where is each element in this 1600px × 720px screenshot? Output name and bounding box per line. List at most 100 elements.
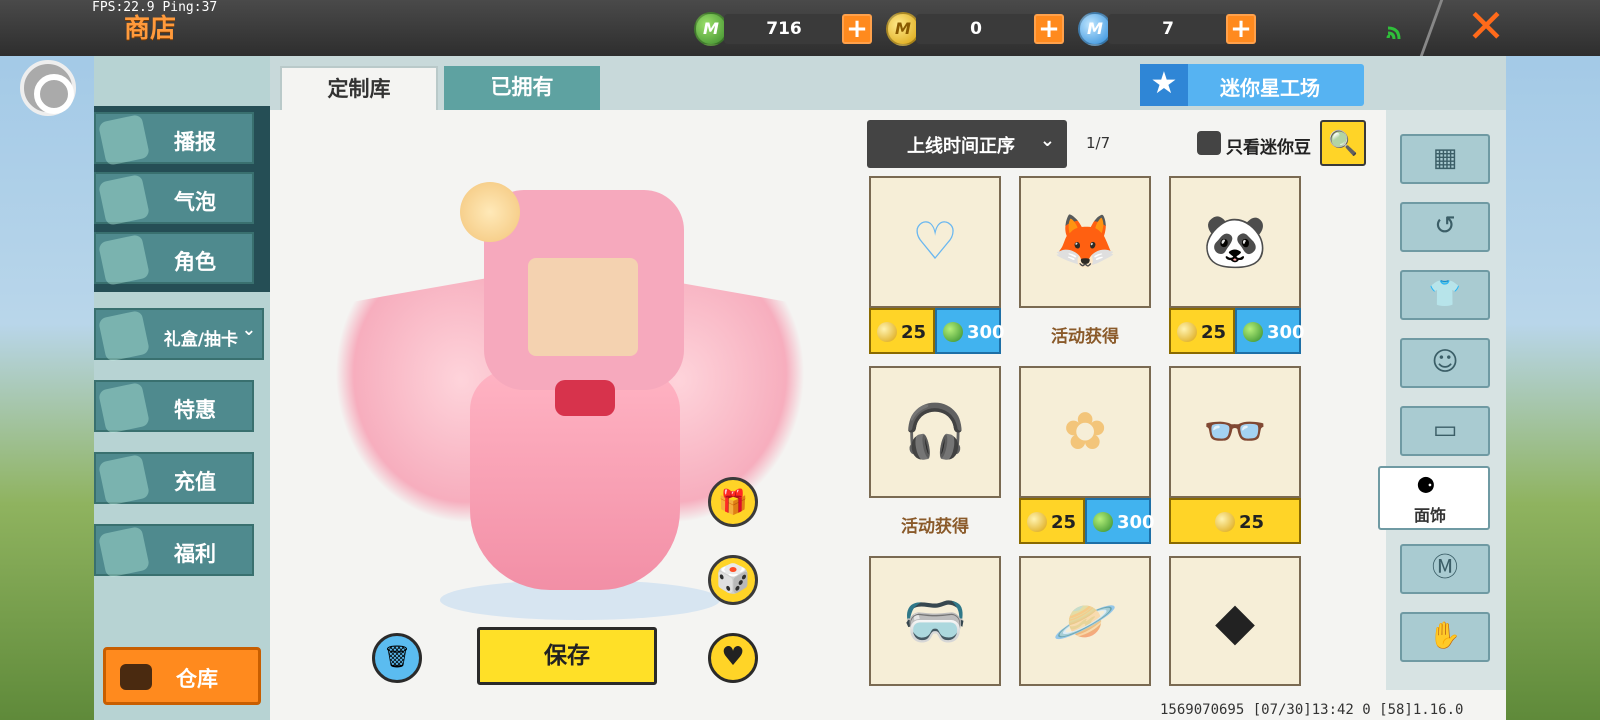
- mini-star-workshop-button[interactable]: ★ 迷你星工场: [1140, 64, 1364, 106]
- price-value: 25: [901, 322, 927, 343]
- category-all[interactable]: ▦: [1400, 134, 1490, 184]
- sidebar-item-recharge[interactable]: 充值: [94, 452, 254, 507]
- green-coin-icon: [943, 322, 963, 342]
- headset-icon: 🎧: [902, 402, 968, 462]
- add-mini-coin-button[interactable]: +: [1034, 14, 1064, 44]
- chest-icon: [120, 664, 152, 690]
- trash-button[interactable]: 🗑: [372, 633, 422, 683]
- price-blue[interactable]: 300: [1235, 308, 1305, 354]
- character-face: [528, 258, 638, 356]
- planet-icon: 🪐: [1052, 592, 1118, 652]
- price-gold[interactable]: 25: [1169, 498, 1301, 544]
- workshop-label: 迷你星工场: [1220, 76, 1320, 100]
- glasses-icon: 👓: [1202, 402, 1268, 462]
- category-outfit[interactable]: 👕: [1400, 270, 1490, 320]
- price-value: 25: [1201, 322, 1227, 343]
- sidebar-item-welfare[interactable]: 福利: [94, 524, 254, 579]
- item-heart-eye-mask[interactable]: ♡: [869, 176, 1001, 308]
- character-icon: [97, 233, 151, 287]
- item-headset[interactable]: 🎧: [869, 366, 1001, 498]
- sidebar-item-label: 福利: [174, 542, 216, 566]
- price-value: 25: [1051, 512, 1077, 533]
- chevron-down-icon: ⌄: [241, 320, 256, 340]
- page-indicator: 1/7: [1086, 134, 1111, 152]
- build-info: 1569070695 [07/30]13:42 0 [58]1.16.0: [1160, 702, 1464, 718]
- heart-favorite-button[interactable]: ♥: [708, 633, 758, 683]
- flower-icon: ✿: [1063, 402, 1107, 462]
- price-blue[interactable]: 300: [1085, 498, 1155, 544]
- fox-mask-icon: 🦊: [1052, 212, 1118, 272]
- coins-icon: [97, 453, 151, 507]
- sidebar-item-label: 礼盒/抽卡: [163, 330, 238, 350]
- category-rail: [1386, 110, 1506, 690]
- blue-coin-icon: M: [1078, 12, 1112, 46]
- sidebar-item-label: 角色: [174, 250, 216, 274]
- sidebar-item-label: 充值: [174, 470, 216, 494]
- mini-coin-balance: 0: [916, 14, 1036, 44]
- item-round-glasses[interactable]: 👓: [1169, 366, 1301, 498]
- sidebar-item-character[interactable]: 角色: [94, 232, 254, 287]
- price-gold[interactable]: 25: [1019, 498, 1085, 544]
- price-blue[interactable]: 300: [935, 308, 1005, 354]
- category-expression[interactable]: ▭: [1400, 406, 1490, 456]
- green-coin-icon: [1243, 322, 1263, 342]
- character-bow: [555, 380, 615, 416]
- panda-mask-icon: 🐼: [1202, 212, 1268, 272]
- sidebar-item-label: 气泡: [174, 190, 216, 214]
- warehouse-label: 仓库: [176, 667, 218, 691]
- item-fox-mask[interactable]: 🦊: [1019, 176, 1151, 308]
- star-icon: ★: [1140, 64, 1188, 106]
- add-mini-bean-button[interactable]: +: [842, 14, 872, 44]
- price-gold[interactable]: 25: [869, 308, 935, 354]
- sidebar-item-bubble[interactable]: 气泡: [94, 172, 254, 227]
- gold-coin-icon: M: [886, 12, 920, 46]
- sort-dropdown[interactable]: 上线时间正序 ⌄: [867, 120, 1067, 168]
- bubble-icon: [97, 173, 151, 227]
- sidebar-item-broadcast[interactable]: 播报: [94, 112, 254, 167]
- sale-icon: [97, 381, 151, 435]
- tab-custom-library[interactable]: 定制库: [280, 66, 438, 110]
- item-green-goggles[interactable]: 🥽: [869, 556, 1001, 686]
- category-face[interactable]: ☺: [1400, 338, 1490, 388]
- sidebar-item-label: 特惠: [174, 398, 216, 422]
- sidebar-item-giftbox[interactable]: 礼盒/抽卡 ⌄: [94, 308, 264, 363]
- broadcast-icon: [97, 113, 151, 167]
- add-mini-point-button[interactable]: +: [1226, 14, 1256, 44]
- green-coin-icon: M: [694, 12, 728, 46]
- sidebar-item-sale[interactable]: 特惠: [94, 380, 254, 435]
- category-label: 面饰: [1414, 506, 1447, 525]
- record-icon[interactable]: [20, 60, 76, 116]
- eye-mask-icon: ♡: [911, 212, 959, 272]
- category-m-shirt[interactable]: Ⓜ: [1400, 544, 1490, 594]
- gold-coin-icon: [1215, 512, 1235, 532]
- category-face-ornament[interactable]: ⚈ 面饰: [1378, 466, 1490, 530]
- search-button[interactable]: 🔍: [1320, 120, 1366, 166]
- price-gold[interactable]: 25: [1169, 308, 1235, 354]
- item-black-eye-mask[interactable]: ◆: [1169, 556, 1301, 686]
- item-planet-hat[interactable]: 🪐: [1019, 556, 1151, 686]
- warehouse-button[interactable]: 仓库: [103, 647, 261, 705]
- category-recent[interactable]: ↺: [1400, 202, 1490, 252]
- gift-box-button[interactable]: 🎁: [708, 477, 758, 527]
- mini-point-balance: 7: [1108, 14, 1228, 44]
- only-mini-bean-label[interactable]: 只看迷你豆: [1226, 133, 1311, 158]
- giftbox-icon: [97, 309, 151, 363]
- gold-coin-icon: [1027, 512, 1047, 532]
- category-hand[interactable]: ✋: [1400, 612, 1490, 662]
- dice-random-button[interactable]: 🎲: [708, 555, 758, 605]
- page-title: 商店: [124, 14, 177, 44]
- character-hair-flower: [460, 182, 520, 242]
- close-button[interactable]: ✕: [1464, 3, 1508, 50]
- wifi-signal-icon: [1386, 26, 1401, 40]
- sidebar-item-label: 播报: [174, 130, 216, 154]
- gift-icon: [97, 525, 151, 579]
- item-flower-ornament[interactable]: ✿: [1019, 366, 1151, 498]
- mask-icon: ⚈: [1416, 474, 1436, 499]
- item-red-panda-mask[interactable]: 🐼: [1169, 176, 1301, 308]
- price-value: 300: [967, 322, 1005, 343]
- tab-owned[interactable]: 已拥有: [444, 66, 600, 110]
- chevron-down-icon: ⌄: [1039, 130, 1055, 151]
- only-mini-bean-checkbox[interactable]: [1197, 131, 1221, 155]
- black-mask-icon: ◆: [1215, 592, 1255, 652]
- save-button[interactable]: 保存: [477, 627, 657, 685]
